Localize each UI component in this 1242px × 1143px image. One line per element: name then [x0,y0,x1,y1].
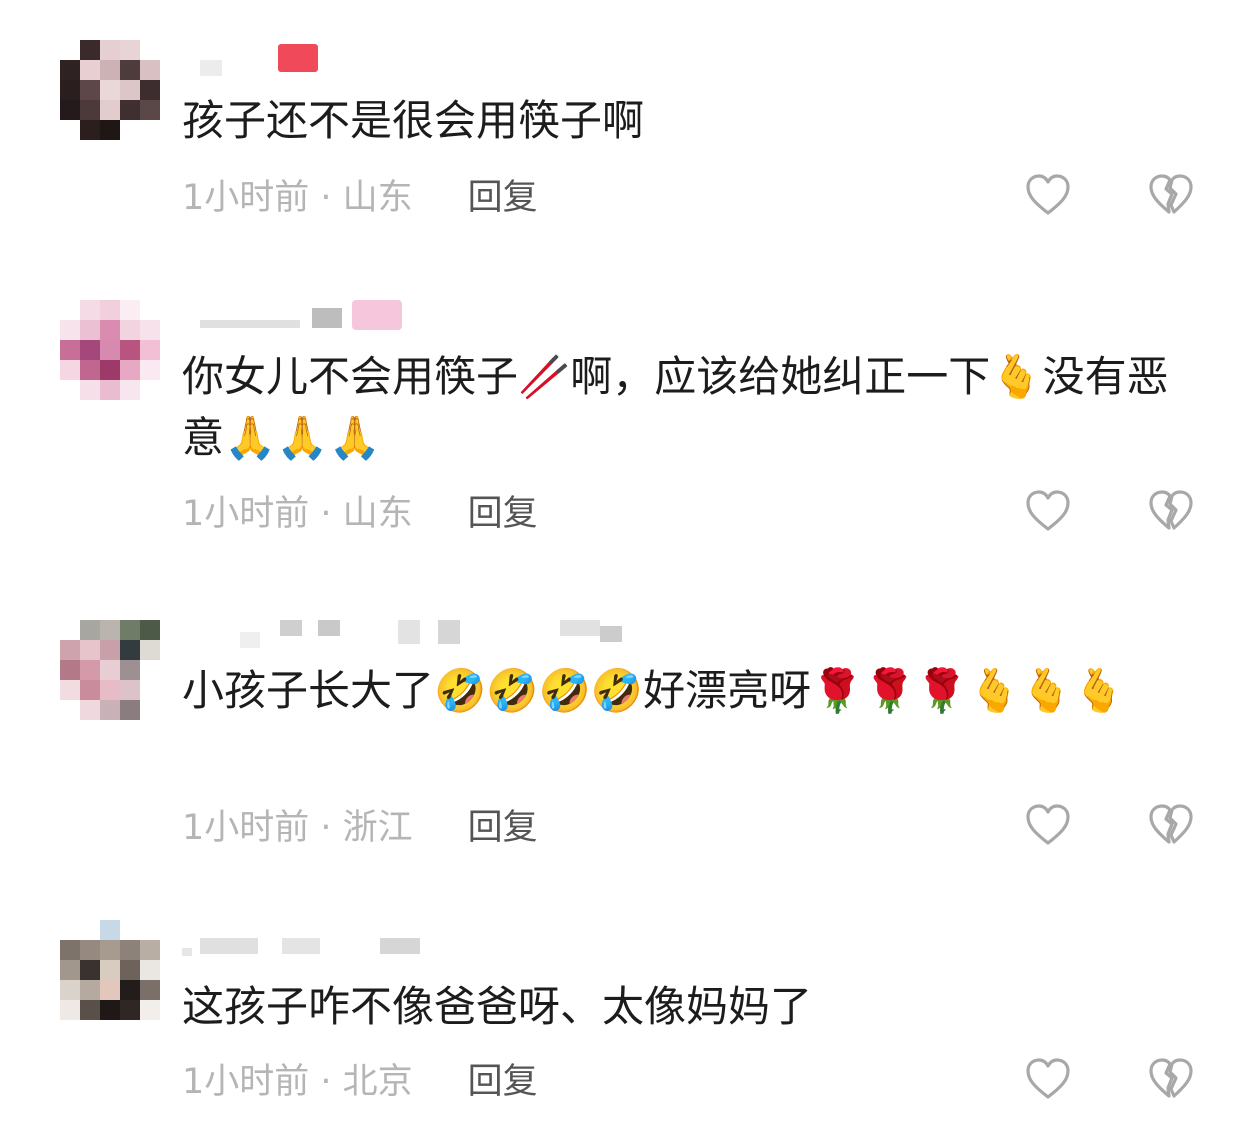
like-heart-icon[interactable] [1025,804,1071,846]
username-blurred[interactable] [182,300,412,330]
broken-heart-icon[interactable] [1148,1058,1194,1100]
comment-text: 这孩子咋不像爸爸呀、太像妈妈了 [182,982,813,1031]
broken-heart-icon[interactable] [1148,804,1194,846]
reply-button[interactable]: 回复 [468,799,538,850]
comment-text: 孩子还不是很会用筷子啊 [182,96,645,145]
broken-heart-icon[interactable] [1148,174,1194,216]
username-blurred[interactable] [182,44,342,76]
time-location: 1小时前 · 浙江 [182,807,413,848]
reply-button[interactable]: 回复 [468,485,538,536]
time-location: 1小时前 · 山东 [182,177,413,218]
avatar[interactable] [60,620,160,720]
reply-button[interactable]: 回复 [468,1053,538,1104]
avatar[interactable] [60,920,160,1020]
like-heart-icon[interactable] [1025,1058,1071,1100]
time-location: 1小时前 · 北京 [182,1061,413,1102]
avatar[interactable] [60,40,160,140]
like-heart-icon[interactable] [1025,174,1071,216]
broken-heart-icon[interactable] [1148,490,1194,532]
comment-text: 小孩子长大了🤣🤣🤣🤣好漂亮呀🌹🌹🌹🫰🫰🫰 [182,666,1125,715]
comment-meta: 1小时前 · 山东 回复 [182,172,538,218]
avatar[interactable] [60,300,160,400]
comment-meta: 1小时前 · 山东 回复 [182,488,538,534]
like-heart-icon[interactable] [1025,490,1071,532]
username-blurred[interactable] [182,938,442,962]
reply-button[interactable]: 回复 [468,169,538,220]
comment-text: 你女儿不会用筷子🥢啊，应该给她纠正一下🫰没有恶意🙏🙏🙏 [182,352,1169,462]
username-blurred[interactable] [182,620,642,648]
comment-meta: 1小时前 · 浙江 回复 [182,802,538,848]
comment-meta: 1小时前 · 北京 回复 [182,1056,538,1102]
time-location: 1小时前 · 山东 [182,493,413,534]
